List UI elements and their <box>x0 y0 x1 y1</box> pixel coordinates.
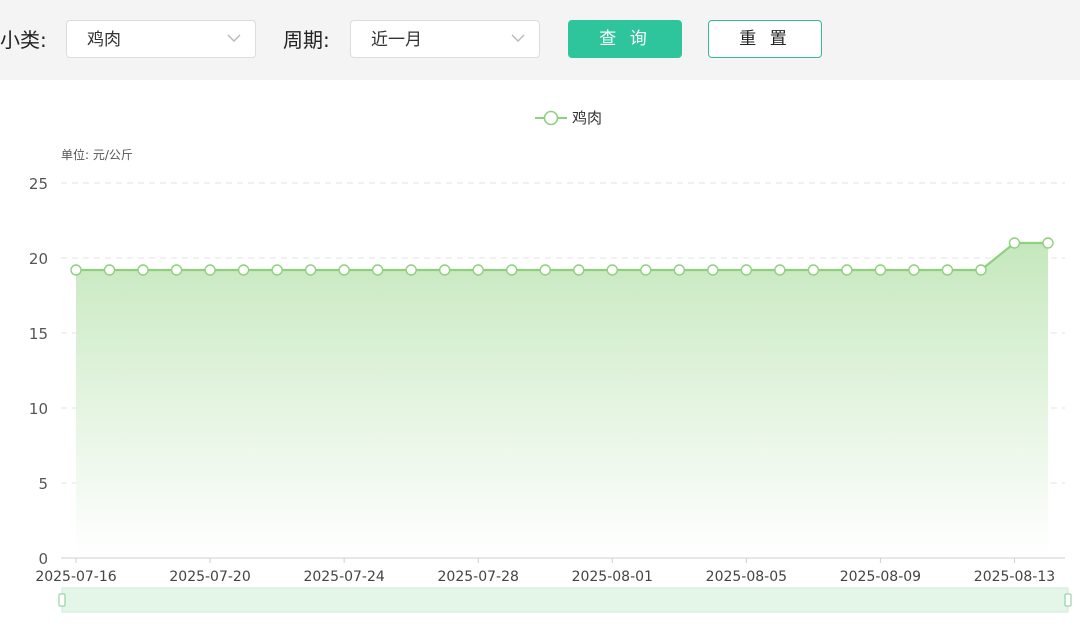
data-point <box>539 264 551 276</box>
data-point <box>371 264 384 276</box>
period-label: 周期: <box>283 28 330 52</box>
data-point <box>137 264 149 276</box>
data-point <box>908 264 920 276</box>
data-point <box>271 264 283 276</box>
filter-bar: 小类: 鸡肉 周期: 近一月 查 询 重 置 <box>0 0 1080 80</box>
data-point <box>103 264 116 276</box>
series-area <box>76 243 1048 558</box>
y-tick-label: 20 <box>29 250 48 268</box>
query-button[interactable]: 查 询 <box>568 20 682 58</box>
y-tick-label: 25 <box>29 175 48 193</box>
category-label: 小类: <box>0 28 47 52</box>
period-select-value: 近一月 <box>371 30 422 50</box>
data-point <box>304 264 317 276</box>
data-point <box>740 264 753 276</box>
category-select-value: 鸡肉 <box>87 30 121 50</box>
data-point <box>204 264 216 276</box>
y-tick-label: 10 <box>29 400 48 418</box>
data-point <box>573 264 585 276</box>
data-point <box>1008 237 1021 249</box>
x-tick-label: 2025-08-01 <box>572 569 653 585</box>
category-select[interactable]: 鸡肉 <box>66 20 256 58</box>
data-point <box>472 264 484 276</box>
zoom-handle-right <box>1064 593 1072 607</box>
data-point <box>874 264 887 276</box>
data-point <box>1042 237 1054 249</box>
data-point <box>405 264 417 276</box>
data-point <box>506 264 518 276</box>
data-point <box>841 264 853 276</box>
zoom-slider-track <box>61 587 1069 613</box>
data-point <box>774 264 786 276</box>
data-point <box>606 264 618 276</box>
x-tick-label: 2025-07-28 <box>438 569 519 585</box>
x-tick-label: 2025-07-20 <box>169 569 250 585</box>
reset-button[interactable]: 重 置 <box>708 20 822 58</box>
data-point <box>975 264 987 276</box>
x-tick-label: 2025-08-09 <box>840 569 921 585</box>
y-tick-label: 5 <box>38 475 48 493</box>
data-point <box>338 264 350 276</box>
y-tick-label: 0 <box>38 550 48 568</box>
data-point <box>673 264 686 276</box>
series-line <box>76 241 1048 272</box>
data-point <box>170 264 183 276</box>
chevron-down-icon <box>227 34 241 42</box>
data-point <box>807 264 820 276</box>
data-point <box>707 264 719 276</box>
y-tick-label: 15 <box>29 325 48 343</box>
x-tick-label: 2025-07-16 <box>35 569 116 585</box>
data-point <box>70 264 82 276</box>
chevron-down-icon <box>511 34 525 42</box>
data-point <box>438 264 451 276</box>
period-select[interactable]: 近一月 <box>350 20 540 58</box>
line-chart: 0 5 10 15 20 25 2025-07-16 2025-07-20 2025-07-24… <box>29 175 1072 613</box>
data-point <box>237 264 250 276</box>
data-point <box>640 264 652 276</box>
x-tick-label: 2025-08-13 <box>974 569 1055 585</box>
x-tick-label: 2025-08-05 <box>706 569 787 585</box>
data-point <box>941 264 954 276</box>
x-tick-label: 2025-07-24 <box>303 569 384 585</box>
zoom-handle-left <box>58 593 66 607</box>
